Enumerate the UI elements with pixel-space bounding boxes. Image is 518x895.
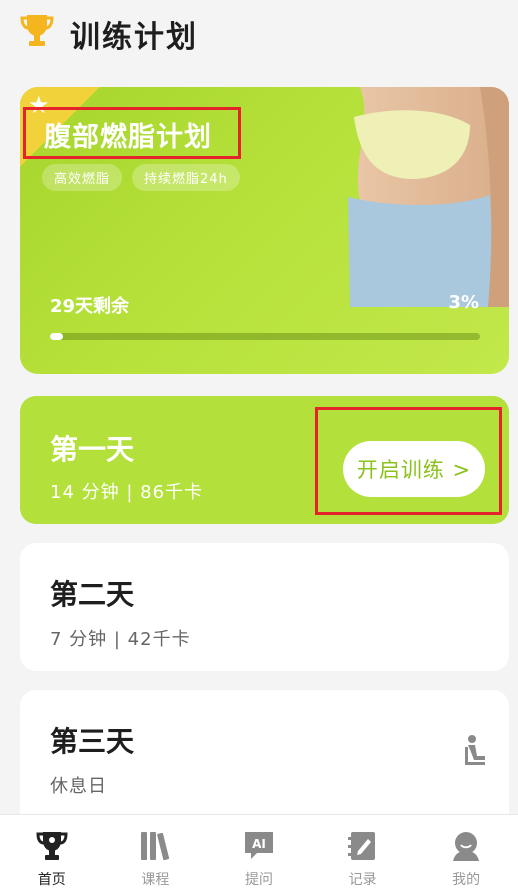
app-header: 训练计划 (0, 0, 518, 64)
plan-banner[interactable]: ★ 腹部燃脂计划 高效燃脂 持续燃脂24h 29天剩余 3% (20, 87, 509, 374)
nav-label: 我的 (452, 872, 481, 888)
model-figure-image (348, 87, 509, 307)
page-title: 训练计划 (70, 20, 198, 55)
ai-chat-icon: AI (244, 832, 273, 859)
nav-label: 记录 (348, 872, 377, 888)
day-title: 第三天 (50, 725, 135, 758)
books-icon (141, 832, 170, 861)
trophy-icon (20, 15, 54, 46)
notebook-icon (347, 832, 375, 860)
plan-tag: 持续燃脂24h (132, 164, 240, 191)
nav-label: 课程 (141, 872, 170, 888)
day-title: 第二天 (50, 578, 135, 611)
progress-percent: 3% (448, 292, 479, 313)
nav-item-courses[interactable]: 课程 (104, 815, 208, 895)
day-meta: 休息日 (50, 776, 107, 797)
days-remaining: 29天剩余 (50, 296, 130, 317)
progress-fill (50, 333, 63, 340)
nav-label: 提问 (244, 872, 273, 888)
trophy-icon (36, 832, 68, 860)
nav-label: 首页 (37, 872, 66, 888)
day-meta: 7 分钟 | 42千卡 (50, 629, 191, 650)
profile-icon (453, 832, 480, 861)
day-card-2[interactable]: 第二天 7 分钟 | 42千卡 (20, 543, 509, 671)
nav-item-home[interactable]: 首页 (0, 815, 104, 895)
day-title: 第一天 (50, 433, 135, 466)
day-card-3[interactable]: 第三天 休息日 (20, 690, 509, 830)
nav-item-ask[interactable]: AI 提问 (207, 815, 311, 895)
day-card-1[interactable]: 第一天 14 分钟 | 86千卡 开启训练 > (20, 396, 509, 524)
day-meta: 14 分钟 | 86千卡 (50, 482, 204, 503)
highlight-box (23, 107, 241, 159)
plan-tags: 高效燃脂 持续燃脂24h (42, 164, 240, 191)
progress-bar (50, 333, 480, 340)
highlight-box (315, 407, 502, 515)
plan-tag: 高效燃脂 (42, 164, 123, 191)
svg-text:AI: AI (252, 837, 266, 851)
nav-item-profile[interactable]: 我的 (414, 815, 518, 895)
rest-chair-icon (465, 735, 485, 765)
nav-item-records[interactable]: 记录 (311, 815, 415, 895)
bottom-nav: 首页 课程 AI 提问 记录 我的 (0, 814, 518, 895)
